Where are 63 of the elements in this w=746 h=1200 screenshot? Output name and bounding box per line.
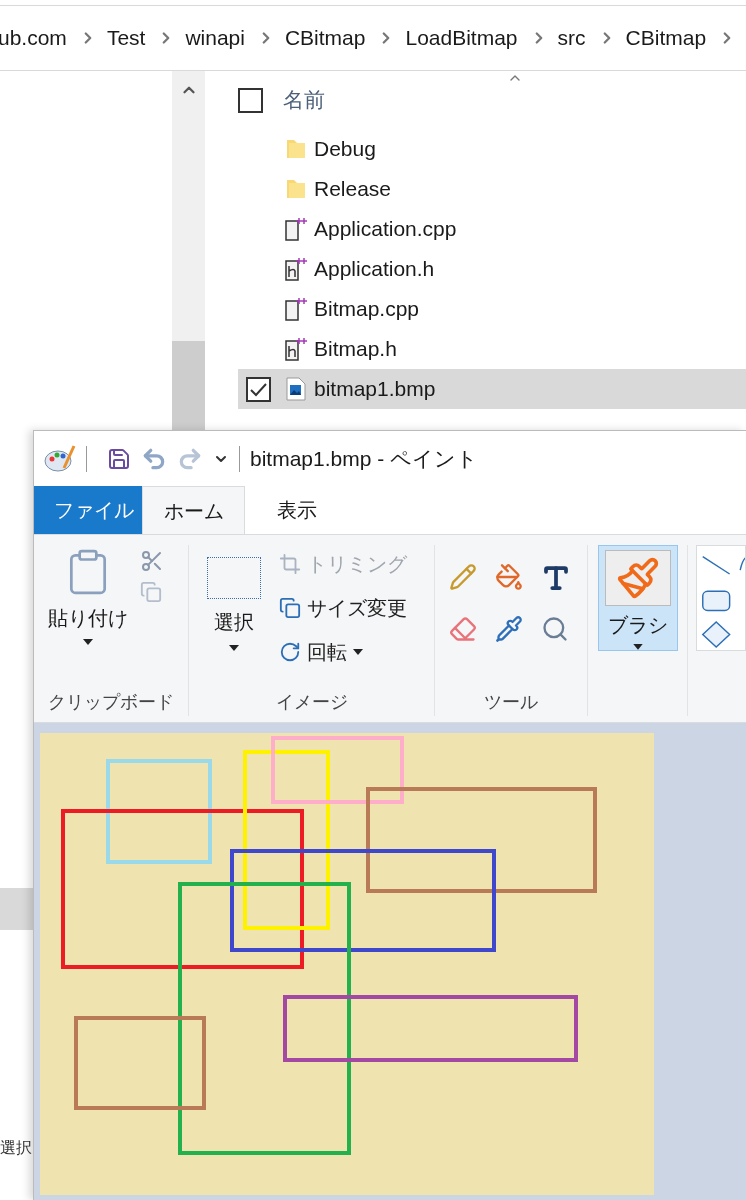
- file-row[interactable]: Debug: [238, 129, 746, 169]
- group-label: ツール: [483, 691, 540, 714]
- cpp-file-icon: [284, 296, 308, 322]
- file-row[interactable]: bitmap1.bmp: [238, 369, 746, 409]
- file-name: Application.cpp: [314, 216, 457, 243]
- paintbrush-icon: [615, 556, 660, 601]
- rectangles-drawing[interactable]: [40, 733, 654, 1195]
- nav-pane-highlight: [0, 888, 33, 930]
- header-file-icon: [284, 256, 308, 282]
- cut-icon[interactable]: [140, 549, 164, 573]
- file-row[interactable]: Bitmap.cpp: [238, 289, 746, 329]
- select-caret-icon: [228, 645, 239, 651]
- group-label: イメージ: [274, 691, 349, 714]
- file-name: bitmap1.bmp: [314, 376, 436, 403]
- paste-caret-icon: [83, 639, 93, 645]
- resize-icon: [278, 597, 301, 619]
- eraser-icon[interactable]: [449, 615, 478, 643]
- file-name: Debug: [314, 136, 376, 163]
- paint-bucket-icon[interactable]: [495, 563, 524, 591]
- file-row[interactable]: Application.h: [238, 249, 746, 289]
- file-name: Bitmap.h: [314, 336, 397, 363]
- scrollbar-thumb[interactable]: [172, 341, 205, 431]
- rotate-caret-icon: [352, 649, 363, 655]
- folder-icon: [286, 138, 306, 160]
- folder-icon: [286, 178, 306, 200]
- breadcrumb-item[interactable]: ub.com: [0, 22, 67, 54]
- image-action[interactable]: 回転: [278, 633, 407, 671]
- paste-button[interactable]: 貼り付け: [48, 545, 128, 689]
- breadcrumb-item[interactable]: src: [557, 22, 586, 54]
- group-label: クリップボード: [46, 691, 175, 714]
- crop-icon: [278, 553, 301, 575]
- row-checkbox[interactable]: [245, 376, 271, 402]
- pencil-icon[interactable]: [449, 563, 478, 591]
- breadcrumb-item[interactable]: Test: [106, 22, 146, 54]
- image-file-icon: [286, 377, 306, 401]
- select-all-checkbox[interactable]: [238, 87, 263, 113]
- cpp-file-icon: [284, 216, 308, 242]
- select-button[interactable]: 選択: [206, 545, 261, 689]
- image-action[interactable]: サイズ変更: [278, 589, 407, 627]
- file-name: Application.h: [314, 256, 435, 283]
- breadcrumb-item[interactable]: LoadBitmap: [405, 22, 518, 54]
- ribbon-tab[interactable]: ホーム: [142, 486, 245, 534]
- magnifier-icon[interactable]: [541, 615, 570, 643]
- file-row[interactable]: Bitmap.h: [238, 329, 746, 369]
- file-row[interactable]: Application.cpp: [238, 209, 746, 249]
- rotate-icon: [278, 641, 301, 663]
- save-icon[interactable]: [107, 446, 131, 471]
- header-file-icon: [284, 336, 308, 362]
- file-name: Release: [314, 176, 392, 203]
- pipette-icon[interactable]: [495, 615, 524, 643]
- brush-button[interactable]: ブラシ: [597, 545, 678, 651]
- ribbon-tab[interactable]: ファイル: [34, 486, 142, 534]
- palette-icon: [44, 443, 76, 474]
- brush-caret-icon: [632, 644, 643, 650]
- breadcrumb-item[interactable]: CBitmap: [284, 22, 366, 54]
- shapes-gallery-drawing[interactable]: [696, 545, 746, 651]
- column-header[interactable]: 名前: [283, 84, 325, 116]
- file-row[interactable]: Release: [238, 169, 746, 209]
- file-name: Bitmap.cpp: [314, 296, 420, 323]
- breadcrumb-item[interactable]: CBitmap: [625, 22, 707, 54]
- nav-pane-text: 選択: [0, 1140, 32, 1156]
- breadcrumb-item[interactable]: winapi: [185, 22, 245, 54]
- window-title: bitmap1.bmp - ペイント: [250, 445, 479, 472]
